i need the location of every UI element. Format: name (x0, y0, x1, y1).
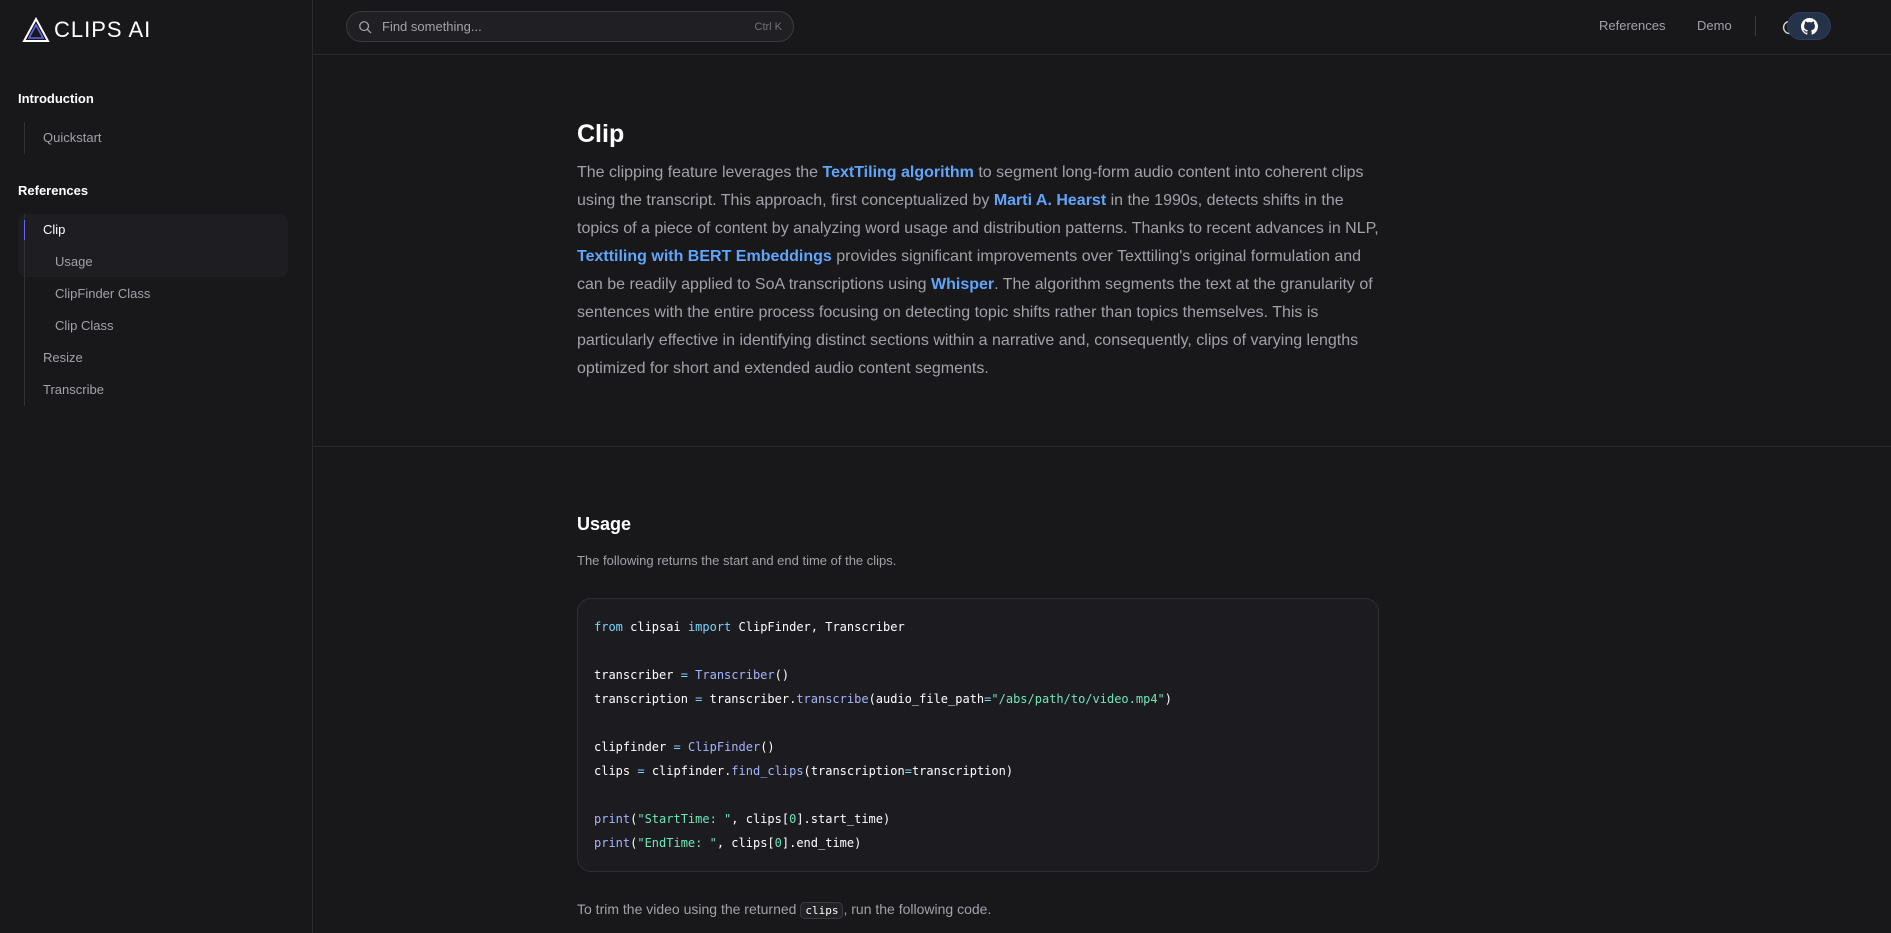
code-token: print (594, 836, 631, 850)
link-texttiling-bert[interactable]: Texttiling with BERT Embeddings (577, 248, 832, 265)
code-line: from clipsai import ClipFinder, Transcri… (594, 615, 1362, 639)
link-whisper[interactable]: Whisper (931, 276, 994, 293)
page-title: Clip (577, 120, 625, 148)
brand-logo[interactable]: CLIPS AI (22, 17, 151, 43)
intro-text: The clipping feature leverages the (577, 164, 823, 181)
section-divider (314, 446, 1891, 447)
code-token: clips (594, 764, 638, 778)
link-texttiling-algorithm[interactable]: TextTiling algorithm (822, 164, 973, 181)
search-input[interactable] (382, 19, 755, 34)
trim-description: To trim the video using the returned cli… (577, 901, 1379, 919)
code-token: = (637, 764, 645, 778)
top-header: Ctrl K References Demo (314, 0, 1891, 55)
sidebar-item-usage[interactable]: Usage (25, 246, 150, 278)
code-line: clipfinder = ClipFinder() (594, 735, 1362, 759)
usage-heading: Usage (577, 514, 632, 534)
code-token: transcription) (911, 764, 1014, 778)
code-token: "/abs/path/to/video.mp4" (991, 692, 1165, 706)
code-token: find_clips (731, 764, 804, 778)
code-token: (transcription (803, 764, 905, 778)
code-token: ].end_time) (781, 836, 862, 850)
trim-text: , run the following code. (843, 901, 992, 917)
code-token: (audio_file_path (868, 692, 985, 706)
code-line: print("StartTime: ", clips[0].start_time… (594, 807, 1362, 831)
code-token: import (687, 620, 732, 634)
link-marti-hearst[interactable]: Marti A. Hearst (994, 192, 1106, 209)
search-icon (359, 20, 372, 33)
code-token: transcribe (796, 692, 869, 706)
search-box[interactable]: Ctrl K (346, 11, 794, 42)
code-token: = (680, 668, 688, 682)
logo-triangle-icon (22, 17, 50, 42)
header-link-references[interactable]: References (1599, 18, 1665, 33)
code-token: ].start_time) (796, 812, 891, 826)
code-token: transcription (594, 692, 696, 706)
code-token: () (774, 668, 790, 682)
code-token: ClipFinder, Transcriber (731, 620, 905, 634)
brand-name: CLIPS AI (54, 17, 152, 42)
sidebar-item-clip-class[interactable]: Clip Class (25, 310, 150, 342)
code-token: = (673, 740, 681, 754)
code-token: = (904, 764, 912, 778)
search-shortcut: Ctrl K (754, 20, 783, 33)
code-token: , clips[ (716, 836, 775, 850)
code-token: ClipFinder (680, 740, 761, 754)
sidebar-item-resize[interactable]: Resize (25, 342, 150, 374)
code-token: transcriber (594, 668, 681, 682)
usage-description: The following returns the start and end … (577, 553, 897, 568)
code-token: clipfinder (594, 740, 674, 754)
sidebar-item-clipfinder-class[interactable]: ClipFinder Class (25, 278, 150, 310)
code-token: () (760, 740, 775, 754)
intro-paragraph: The clipping feature leverages the TextT… (577, 159, 1379, 383)
code-line: print("EndTime: ", clips[0].end_time) (594, 831, 1362, 855)
nav-section-references: References (18, 183, 89, 198)
code-line: transcription = transcriber.transcribe(a… (594, 687, 1362, 711)
code-block[interactable]: from clipsai import ClipFinder, Transcri… (577, 598, 1379, 872)
trim-text: To trim the video using the returned (577, 901, 801, 917)
nav-section-introduction: Introduction (18, 91, 94, 106)
github-icon (1800, 17, 1818, 35)
sidebar-item-transcribe[interactable]: Transcribe (25, 374, 150, 406)
nav-group-references: Clip Usage ClipFinder Class Clip Class R… (23, 214, 150, 406)
nav-group-introduction: Quickstart (24, 122, 102, 154)
code-token: "StartTime: " (637, 812, 732, 826)
sidebar: CLIPS AI Introduction Quickstart Referen… (0, 0, 313, 933)
code-line: clips = clipfinder.find_clips(transcript… (594, 759, 1362, 783)
code-token: transcriber. (702, 692, 797, 706)
code-token: Transcriber (687, 668, 775, 682)
code-token: , clips[ (731, 812, 790, 826)
code-token: from (594, 620, 623, 634)
header-divider (1755, 16, 1756, 36)
code-token: clipfinder. (644, 764, 732, 778)
sidebar-item-clip[interactable]: Clip (23, 214, 150, 246)
code-token: "EndTime: " (637, 836, 717, 850)
github-button[interactable] (1787, 12, 1831, 40)
code-token: ) (1164, 692, 1173, 706)
code-token: clipsai (622, 620, 688, 634)
code-line: transcriber = Transcriber() (594, 663, 1362, 687)
inline-code-clips: clips (800, 902, 844, 919)
header-link-demo[interactable]: Demo (1697, 18, 1732, 33)
code-token: print (594, 812, 631, 826)
code-token: 0 (774, 836, 782, 850)
sidebar-item-quickstart[interactable]: Quickstart (25, 122, 102, 154)
